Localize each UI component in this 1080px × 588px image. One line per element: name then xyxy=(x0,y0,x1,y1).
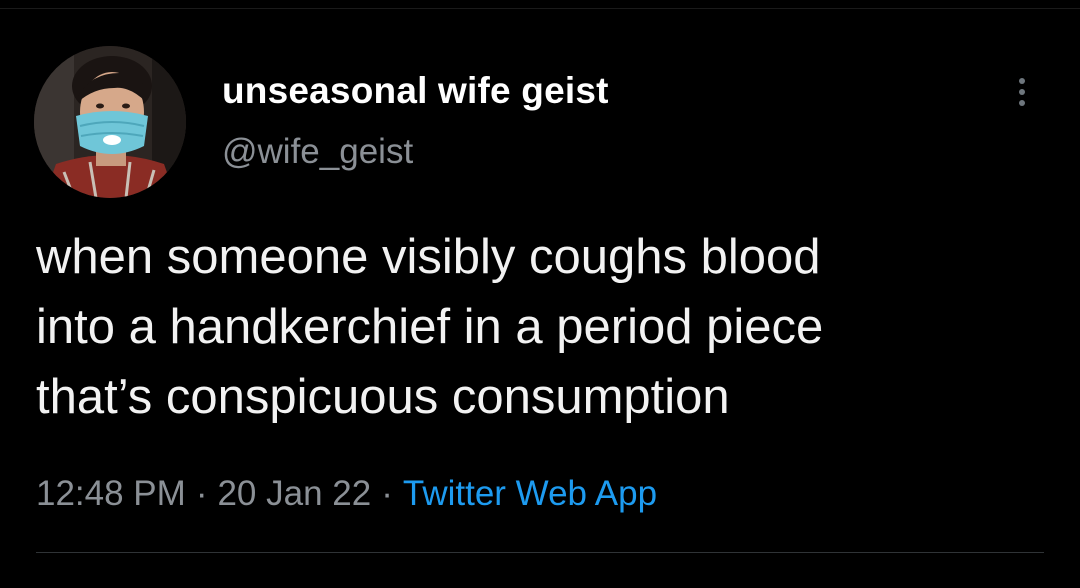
tweet-metadata: 12:48 PM · 20 Jan 22 · Twitter Web App xyxy=(36,474,657,514)
more-options-button[interactable] xyxy=(1005,70,1039,114)
meta-separator: · xyxy=(381,474,393,513)
tweet-text-line: into a handkerchief in a period piece xyxy=(36,300,824,354)
more-vertical-icon xyxy=(1019,78,1025,84)
top-divider xyxy=(0,8,1080,9)
tweet-text: when someone visibly coughs blood into a… xyxy=(36,222,1046,432)
avatar[interactable] xyxy=(34,46,186,198)
more-vertical-icon-dot xyxy=(1019,100,1025,106)
more-vertical-icon-dot xyxy=(1019,89,1025,95)
tweet-text-line: when someone visibly coughs blood xyxy=(36,230,821,284)
tweet-date[interactable]: 20 Jan 22 xyxy=(217,474,371,513)
tweet-source-link[interactable]: Twitter Web App xyxy=(403,474,657,513)
tweet-text-line: that’s conspicuous consumption xyxy=(36,370,730,424)
bottom-divider xyxy=(36,552,1044,553)
display-name[interactable]: unseasonal wife geist xyxy=(222,70,609,112)
tweet-card: unseasonal wife geist @wife_geist when s… xyxy=(0,0,1080,588)
user-handle[interactable]: @wife_geist xyxy=(222,132,413,172)
meta-separator: · xyxy=(195,474,208,513)
profile-photo-icon xyxy=(34,46,186,198)
tweet-time[interactable]: 12:48 PM xyxy=(36,474,186,513)
